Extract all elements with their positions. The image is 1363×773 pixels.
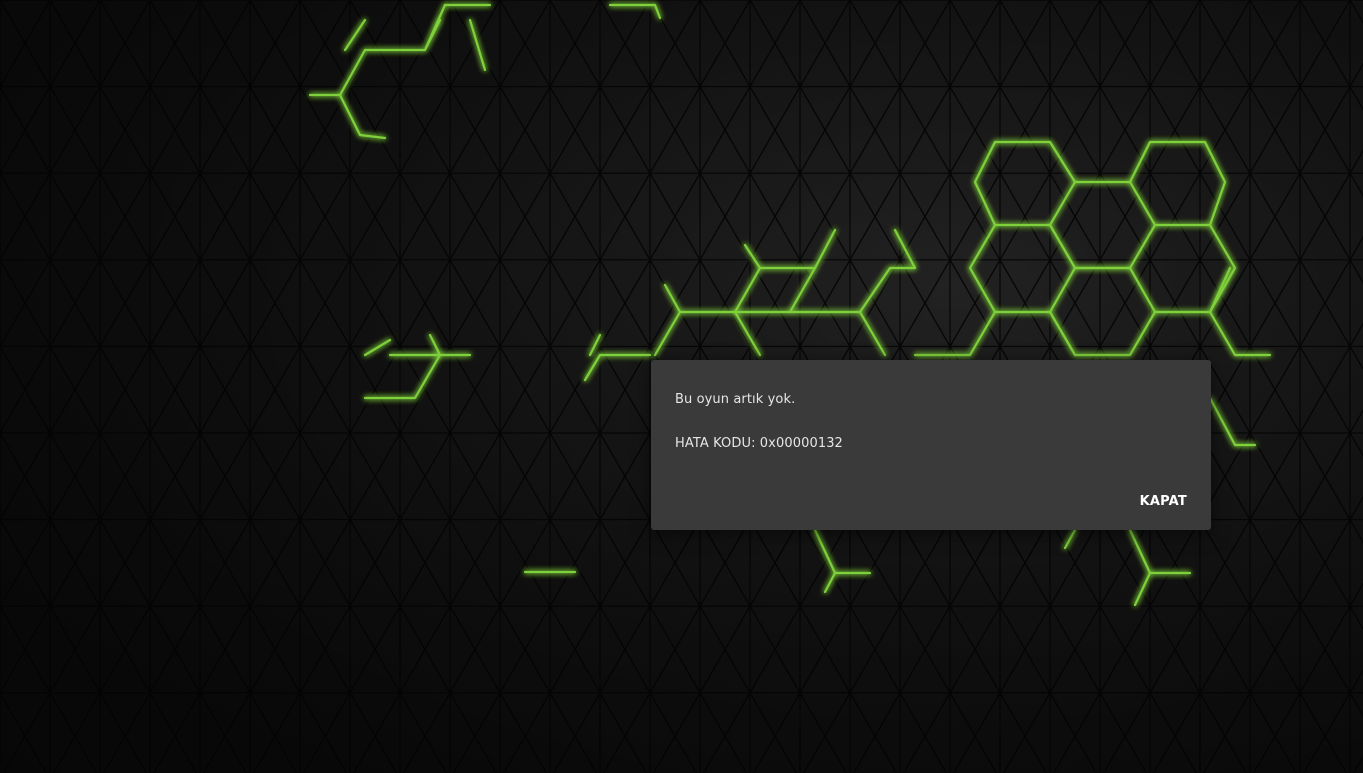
error-dialog: Bu oyun artık yok. HATA KODU: 0x00000132…: [651, 360, 1211, 530]
error-code-text: HATA KODU: 0x00000132: [675, 436, 843, 451]
dialog-message: Bu oyun artık yok.: [675, 392, 796, 407]
app-screen: Bu oyun artık yok. HATA KODU: 0x00000132…: [0, 0, 1363, 773]
close-button[interactable]: KAPAT: [1134, 490, 1193, 513]
